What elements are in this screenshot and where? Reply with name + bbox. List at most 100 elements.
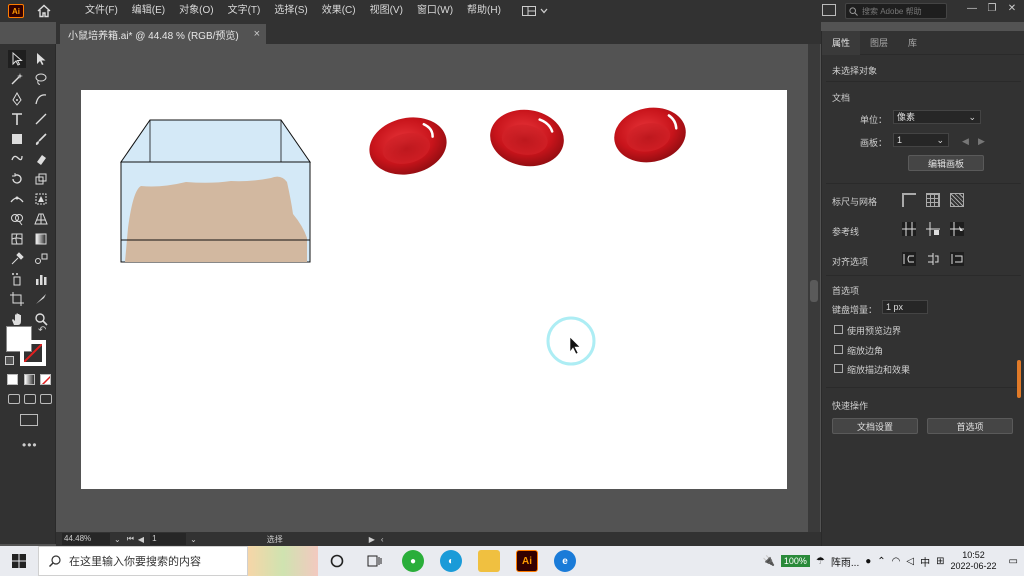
free-transform-tool-icon[interactable] — [32, 190, 50, 208]
menu-type[interactable]: 文字(T) — [221, 0, 268, 22]
swap-fill-stroke-icon[interactable]: ↶ — [38, 325, 46, 336]
battery-indicator[interactable]: 100% — [780, 555, 810, 567]
panel-scrollbar[interactable] — [1017, 360, 1021, 398]
prev-artboard-arrow-icon[interactable]: ◀ — [962, 136, 969, 147]
file-explorer-icon[interactable] — [478, 550, 500, 572]
align-to-key-icon[interactable] — [926, 252, 940, 266]
cortana-icon[interactable] — [326, 550, 348, 572]
scroll-thumb[interactable] — [810, 280, 818, 302]
shaper-tool-icon[interactable] — [8, 150, 26, 168]
screen-mode-icon[interactable] — [20, 414, 38, 426]
scale-tool-icon[interactable] — [32, 170, 50, 188]
close-tab-button[interactable]: × — [254, 28, 260, 40]
draw-normal-icon[interactable] — [8, 394, 20, 404]
illustrator-taskbar-icon[interactable]: Ai — [516, 550, 538, 572]
taskbar-search-input[interactable]: 在这里输入你要搜索的内容 — [38, 546, 248, 576]
menu-select[interactable]: 选择(S) — [267, 0, 314, 22]
menu-window[interactable]: 窗口(W) — [410, 0, 460, 22]
panel-toggle-icon[interactable] — [822, 4, 836, 16]
task-view-icon[interactable] — [364, 550, 386, 572]
document-setup-button[interactable]: 文档设置 — [832, 418, 918, 434]
column-graph-tool-icon[interactable] — [32, 270, 50, 288]
guides-toggle-icon[interactable] — [902, 222, 916, 236]
artboard-dropdown-icon[interactable]: ⌄ — [190, 535, 197, 544]
chevron-up-icon[interactable]: ⌃ — [877, 556, 885, 567]
menu-help[interactable]: 帮助(H) — [460, 0, 508, 22]
keyboard-increment-field[interactable]: 1 px — [882, 300, 928, 314]
gradient-mode-icon[interactable] — [24, 374, 35, 385]
hscroll-left-icon[interactable]: ‹ — [381, 535, 384, 544]
rectangle-tool-icon[interactable] — [8, 130, 26, 148]
edge-icon[interactable]: e — [554, 550, 576, 572]
draw-inside-icon[interactable] — [40, 394, 52, 404]
draw-behind-icon[interactable] — [24, 394, 36, 404]
edit-artboards-button[interactable]: 编辑画板 — [908, 155, 984, 171]
tab-properties[interactable]: 属性 — [822, 30, 861, 55]
zoom-level-field[interactable]: 44.48% — [62, 533, 110, 545]
align-to-pixel-grid-icon[interactable] — [902, 252, 916, 266]
width-tool-icon[interactable] — [8, 190, 26, 208]
menu-view[interactable]: 视图(V) — [363, 0, 410, 22]
lock-guides-icon[interactable] — [926, 222, 940, 236]
stroke-swatch[interactable] — [20, 340, 46, 366]
notification-icon[interactable]: ▭ — [1009, 556, 1018, 567]
align-to-artboard-icon[interactable] — [950, 252, 964, 266]
paintbrush-tool-icon[interactable] — [32, 130, 50, 148]
tab-libraries[interactable]: 库 — [898, 31, 927, 55]
preview-bounds-checkbox[interactable] — [834, 325, 843, 334]
ruler-icon[interactable] — [902, 193, 916, 207]
mesh-tool-icon[interactable] — [8, 230, 26, 248]
eyedropper-tool-icon[interactable] — [8, 250, 26, 268]
artboard-tool-icon[interactable] — [8, 290, 26, 308]
gradient-tool-icon[interactable] — [32, 230, 50, 248]
none-mode-icon[interactable] — [40, 374, 51, 385]
prev-artboard-icon[interactable]: ◀ — [138, 535, 144, 544]
menu-file[interactable]: 文件(F) — [78, 0, 125, 22]
line-segment-tool-icon[interactable] — [32, 110, 50, 128]
perspective-grid-tool-icon[interactable] — [32, 210, 50, 228]
slice-tool-icon[interactable] — [32, 290, 50, 308]
more-tools-icon[interactable]: ••• — [22, 438, 38, 452]
blend-tool-icon[interactable] — [32, 250, 50, 268]
direct-selection-tool-icon[interactable] — [32, 50, 50, 68]
color-mode-icon[interactable] — [7, 374, 18, 385]
chevron-down-icon[interactable]: ⌄ — [114, 535, 121, 544]
weather-label[interactable]: 阵雨... — [831, 554, 859, 569]
ime-indicator[interactable]: 中 — [920, 554, 930, 569]
qq-icon[interactable]: ● — [865, 556, 871, 567]
browser-icon[interactable]: ◐ — [440, 550, 462, 572]
symbol-sprayer-tool-icon[interactable] — [8, 270, 26, 288]
ime-mode-icon[interactable]: ⊞ — [936, 556, 944, 567]
home-icon[interactable] — [36, 3, 52, 19]
network-icon[interactable]: ◠ — [892, 556, 901, 567]
pixel-grid-icon[interactable] — [950, 193, 964, 207]
preferences-button[interactable]: 首选项 — [927, 418, 1013, 434]
first-artboard-icon[interactable]: ⏮ — [127, 534, 134, 544]
units-select[interactable]: 像素 ⌄ — [893, 110, 981, 124]
next-artboard-arrow-icon[interactable]: ▶ — [978, 136, 985, 147]
document-tab[interactable]: 小鼠培养箱.ai* @ 44.48 % (RGB/预览) × — [60, 24, 266, 44]
magic-wand-tool-icon[interactable] — [8, 70, 26, 88]
restore-button[interactable]: ❐ — [982, 0, 1002, 16]
mouse-cage-tank[interactable] — [120, 119, 311, 263]
rotate-tool-icon[interactable] — [8, 170, 26, 188]
eraser-tool-icon[interactable] — [32, 150, 50, 168]
lasso-tool-icon[interactable] — [32, 70, 50, 88]
shape-builder-tool-icon[interactable] — [8, 210, 26, 228]
windows-start-button[interactable] — [0, 546, 38, 576]
artboard[interactable] — [81, 90, 787, 489]
vertical-scrollbar[interactable] — [808, 44, 820, 532]
red-blood-cell-3[interactable] — [610, 102, 690, 168]
scale-corners-checkbox[interactable] — [834, 345, 843, 354]
menu-object[interactable]: 对象(O) — [172, 0, 220, 22]
artboard-select[interactable]: 1 ⌄ — [893, 133, 949, 147]
close-window-button[interactable]: ✕ — [1002, 0, 1022, 16]
status-menu-arrow-icon[interactable]: ▶ — [369, 535, 375, 544]
minimize-button[interactable]: — — [962, 0, 982, 16]
selection-tool-icon[interactable] — [8, 50, 26, 68]
tab-layers[interactable]: 图层 — [860, 31, 898, 55]
clock[interactable]: 10:52 2022-06-22 — [951, 550, 997, 572]
type-tool-icon[interactable] — [8, 110, 26, 128]
grid-icon[interactable] — [926, 193, 940, 207]
volume-icon[interactable]: ◁ — [906, 556, 914, 567]
